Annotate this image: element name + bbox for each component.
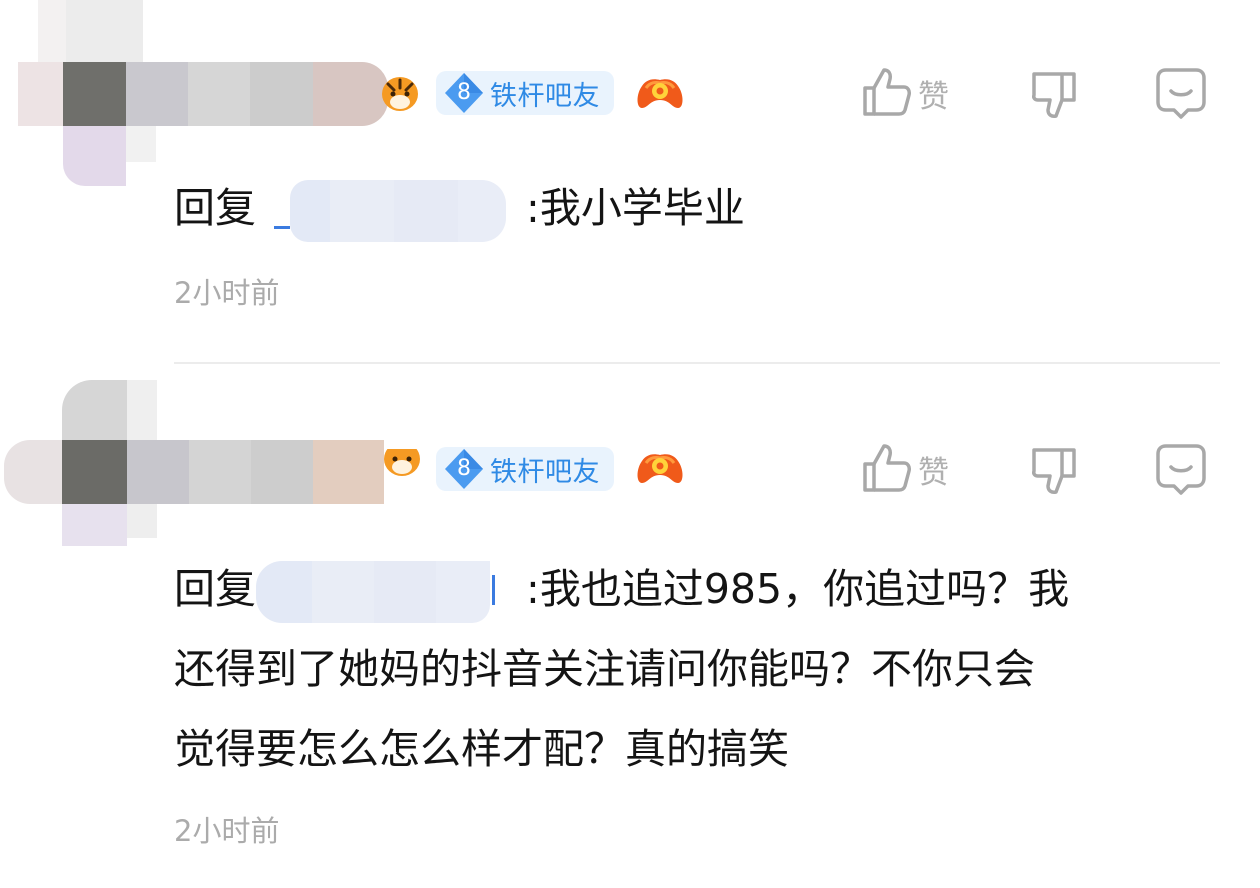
comment-item: 8 铁杆吧友 赞 回复:我小学毕业 2小时前 <box>0 0 1260 364</box>
redacted-avatar-username[interactable] <box>4 380 424 550</box>
reply-button[interactable] <box>1154 442 1208 496</box>
like-label: 赞 <box>918 454 949 491</box>
like-button[interactable]: 赞 <box>860 66 949 120</box>
like-button[interactable]: 赞 <box>860 442 949 496</box>
thumbs-up-icon <box>863 444 911 492</box>
level-number: 8 <box>457 456 471 481</box>
thumbs-up-icon <box>863 68 911 116</box>
chat-bubble-icon <box>1156 444 1206 495</box>
level-badge[interactable]: 8 铁杆吧友 <box>436 447 614 491</box>
redacted-mention[interactable] <box>256 561 526 623</box>
dislike-button[interactable] <box>1028 68 1080 122</box>
level-title: 铁杆吧友 <box>490 456 600 488</box>
comment-text-line: 回复:我也追过985，你追过吗？我 <box>174 549 1069 629</box>
redacted-mention[interactable] <box>256 180 526 242</box>
comment-item: 8 铁杆吧友 赞 回复:我也追过985，你追过吗？我 还得到了她妈的抖音关注请… <box>0 365 1260 888</box>
reply-separator: : <box>526 184 540 232</box>
level-title: 铁杆吧友 <box>490 80 600 112</box>
thumbs-down-icon <box>1032 448 1076 494</box>
level-diamond-icon: 8 <box>442 447 486 491</box>
reply-body: 我小学毕业 <box>539 184 745 232</box>
comment-text: 回复:我小学毕业 <box>174 172 745 244</box>
comment-divider <box>174 362 1220 364</box>
reply-button[interactable] <box>1154 66 1208 120</box>
level-number: 8 <box>457 80 471 105</box>
comment-timestamp: 2小时前 <box>174 814 280 848</box>
reply-body-line-3: 觉得要怎么怎么样才配？真的搞笑 <box>174 725 789 773</box>
like-label: 赞 <box>918 78 949 115</box>
tiger-emoji-icon <box>380 449 424 493</box>
level-diamond-icon: 8 <box>442 71 486 115</box>
comment-timestamp: 2小时前 <box>174 276 280 310</box>
redacted-avatar-username[interactable] <box>18 0 413 190</box>
reply-body-line-1: 我也追过985，你追过吗？我 <box>539 565 1070 613</box>
orange-gamepad-icon <box>634 443 686 495</box>
reply-separator: : <box>526 565 540 613</box>
dislike-button[interactable] <box>1028 444 1080 498</box>
thumbs-down-icon <box>1032 72 1076 118</box>
level-badge[interactable]: 8 铁杆吧友 <box>436 71 614 115</box>
tiger-emoji-icon <box>378 70 422 114</box>
comment-text: 回复:我也追过985，你追过吗？我 还得到了她妈的抖音关注请问你能吗？不你只会 … <box>174 549 1069 789</box>
orange-gamepad-icon <box>634 68 686 120</box>
chat-bubble-icon <box>1156 68 1206 119</box>
reply-prefix: 回复 <box>174 184 256 232</box>
reply-prefix: 回复 <box>174 565 256 613</box>
reply-body-line-2: 还得到了她妈的抖音关注请问你能吗？不你只会 <box>174 645 1035 693</box>
